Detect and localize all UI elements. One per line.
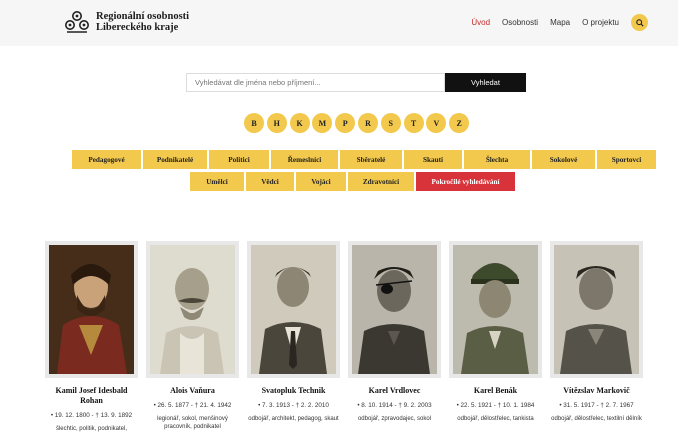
portrait-markovic (554, 245, 639, 374)
category-slechta[interactable]: Šlechta (464, 150, 530, 169)
category-podnikatele[interactable]: Podnikatelé (143, 150, 207, 169)
person-name[interactable]: Karel Benák (449, 386, 542, 396)
search-icon (635, 18, 644, 27)
category-vedci[interactable]: Vědci (246, 172, 294, 191)
nav-osobnosti[interactable]: Osobnosti (502, 18, 538, 27)
person-photo[interactable] (247, 241, 340, 378)
person-photo[interactable] (146, 241, 239, 378)
portrait-vanura (150, 245, 235, 374)
category-sportovci[interactable]: Sportovci (597, 150, 656, 169)
person-description: odbojář, architekt, pedagog, skaut (248, 416, 339, 422)
letter-z[interactable]: Z (449, 113, 470, 133)
person-name[interactable]: Vítězslav Markovič (550, 386, 643, 396)
person-dates: • 19. 12. 1800 - † 13. 9. 1892 (50, 412, 133, 419)
nav-mapa[interactable]: Mapa (550, 18, 570, 27)
site-header: Regionální osobnosti Libereckého kraje Ú… (0, 0, 678, 46)
letter-t[interactable]: T (403, 113, 424, 133)
brand-line-2: Libereckého kraje (96, 22, 179, 33)
category-row-2: Umělci Vědci Vojáci Zdravotníci Pokročil… (190, 172, 517, 191)
main-nav: Úvod Osobnosti Mapa O projektu (459, 14, 648, 31)
nav-o-projektu[interactable]: O projektu (582, 18, 619, 27)
person-dates: • 8. 10. 1914 - † 9. 2. 2003 (357, 402, 432, 409)
person-description: šlechtic, politik, podnikatel, (55, 426, 128, 432)
site-logo-icon[interactable] (64, 10, 90, 34)
person-description: odbojář, dělostřelec, textilní dělník (551, 416, 642, 422)
person-photo[interactable] (45, 241, 138, 378)
person-description: odbojář, zpravodajec, sokol (357, 416, 432, 422)
person-photo[interactable] (550, 241, 643, 378)
person-card[interactable]: Karel Vrdlovec • 8. 10. 1914 - † 9. 2. 2… (348, 241, 441, 423)
category-zdravotnici[interactable]: Zdravotníci (348, 172, 414, 191)
category-pedagogove[interactable]: Pedagogové (72, 150, 141, 169)
person-photo[interactable] (348, 241, 441, 378)
person-card[interactable]: Karel Benák • 22. 5. 1921 - † 10. 1. 198… (449, 241, 542, 423)
category-skauti[interactable]: Skauti (404, 150, 462, 169)
brand-line-1: Regionální osobnosti (96, 11, 190, 22)
portrait-benak (453, 245, 538, 374)
person-name[interactable]: Kamil Josef Idesbald Rohan (45, 386, 138, 406)
category-remeslnici[interactable]: Řemeslníci (271, 150, 338, 169)
person-name[interactable]: Karel Vrdlovec (348, 386, 441, 396)
search-button[interactable]: Vyhledat (445, 73, 526, 92)
person-card[interactable]: Alois Vaňura • 26. 5. 1877 - † 21. 4. 19… (146, 241, 239, 431)
category-sokolove[interactable]: Sokolové (532, 150, 595, 169)
person-card[interactable]: Kamil Josef Idesbald Rohan • 19. 12. 180… (45, 241, 138, 433)
person-dates: • 31. 5. 1917 - † 2. 7. 1967 (559, 402, 634, 409)
person-photo[interactable] (449, 241, 542, 378)
letter-v[interactable]: V (426, 113, 447, 133)
portrait-technik (251, 245, 336, 374)
category-umelci[interactable]: Umělci (190, 172, 244, 191)
person-name[interactable]: Alois Vaňura (146, 386, 239, 396)
brand-title[interactable]: Regionální osobnosti Libereckého kraje (96, 11, 189, 33)
category-vojaci[interactable]: Vojáci (296, 172, 346, 191)
person-dates: • 26. 5. 1877 - † 21. 4. 1942 (153, 402, 232, 409)
portrait-rohan (49, 245, 134, 374)
letter-b[interactable]: B (244, 113, 264, 133)
nav-uvod[interactable]: Úvod (471, 18, 490, 27)
advanced-search-button[interactable]: Pokročilé vyhledávání (416, 172, 515, 191)
person-dates: • 7. 3. 1913 - † 2. 2. 2010 (258, 402, 329, 409)
category-row-1: Pedagogové Podnikatelé Politici Řemeslní… (72, 150, 658, 169)
search-input[interactable] (186, 73, 445, 92)
person-description: odbojář, dělostřelec, tankista (457, 416, 534, 422)
letter-h[interactable]: H (266, 113, 287, 133)
letter-m[interactable]: M (312, 113, 333, 133)
header-search-button[interactable] (631, 14, 648, 31)
letter-r[interactable]: R (357, 113, 378, 133)
person-card[interactable]: Vítězslav Markovič • 31. 5. 1917 - † 2. … (550, 241, 643, 423)
category-sberatele[interactable]: Sběratelé (340, 150, 402, 169)
letter-filter: B H K M P R S T V Z (244, 113, 472, 133)
person-dates: • 22. 5. 1921 - † 10. 1. 1984 (456, 402, 535, 409)
person-card[interactable]: Svatopluk Technik • 7. 3. 1913 - † 2. 2.… (247, 241, 340, 423)
portrait-vrdlovec (352, 245, 437, 374)
letter-k[interactable]: K (289, 113, 310, 133)
person-name[interactable]: Svatopluk Technik (247, 386, 340, 396)
person-description: legionář, sokol, menšinový pracovník, po… (157, 416, 228, 430)
letter-p[interactable]: P (335, 113, 356, 133)
category-politici[interactable]: Politici (209, 150, 269, 169)
letter-s[interactable]: S (380, 113, 401, 133)
